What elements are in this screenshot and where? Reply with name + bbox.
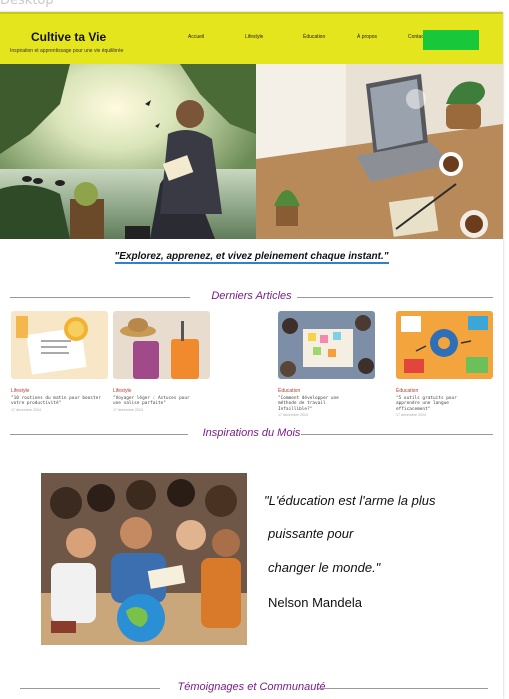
site-header: Cultive ta Vie Inspiration et apprentiss… [0, 12, 503, 66]
nav-item-a-propos[interactable]: À propos [357, 34, 408, 40]
slogan-text: "Explorez, apprenez, et vivez pleinement… [114, 251, 389, 264]
article-card[interactable]: Lifestyle "Voyager léger : Astuces pour … [113, 311, 210, 412]
quote-line-2: puissante pour [268, 526, 354, 541]
quote-author: Nelson Mandela [268, 595, 362, 610]
article-card[interactable]: Lifestyle "10 routines du matin pour boo… [11, 311, 108, 412]
site-brand[interactable]: Cultive ta Vie [31, 30, 106, 44]
nav-item-education[interactable]: Éducation [303, 34, 357, 40]
article-category[interactable]: Lifestyle [11, 388, 108, 394]
article-category[interactable]: Éducation [396, 388, 493, 394]
page: Cultive ta Vie Inspiration et apprentiss… [0, 12, 503, 699]
hero-image-right [256, 64, 503, 239]
article-title[interactable]: "10 routines du matin pour booster votre… [11, 396, 108, 407]
inspiration-image [41, 473, 247, 645]
quote-line-1: "L'éducation est l'arme la plus [264, 493, 436, 508]
article-card[interactable]: Éducation "Comment développer une méthod… [278, 311, 375, 417]
article-date: 17 décembre 2024 [278, 413, 308, 418]
nav-item-lifestyle[interactable]: Lifestyle [245, 34, 303, 40]
section-title-latest: Derniers Articles [0, 290, 503, 302]
article-title[interactable]: "5 outils gratuits pour apprendre une la… [396, 396, 493, 412]
nav-item-accueil[interactable]: Accueil [188, 34, 245, 40]
article-thumbnail[interactable] [11, 311, 108, 379]
hero-slogan: "Explorez, apprenez, et vivez pleinement… [0, 251, 503, 264]
article-date: 17 décembre 2024 [11, 407, 41, 412]
frame-label: Desktop [0, 0, 54, 8]
quote-line-3: changer le monde." [268, 560, 381, 575]
section-title-inspirations: Inspirations du Mois [0, 427, 503, 439]
article-title[interactable]: "Comment développer une méthode de trava… [278, 396, 375, 412]
article-thumbnail[interactable] [113, 311, 210, 379]
article-date: 17 décembre 2024 [113, 407, 143, 412]
section-title-community: Témoignages et Communauté [0, 681, 503, 693]
article-title[interactable]: "Voyager léger : Astuces pour une valise… [113, 396, 210, 407]
hero-banner [0, 64, 503, 239]
hero-image-left [0, 64, 256, 239]
article-thumbnail[interactable] [278, 311, 375, 379]
article-category[interactable]: Éducation [278, 388, 375, 394]
article-date: 17 décembre 2024 [396, 413, 426, 418]
article-thumbnail[interactable] [396, 311, 493, 379]
main-nav: Accueil Lifestyle Éducation À propos Con… [188, 34, 438, 40]
site-tagline: Inspiration et apprentissage pour une vi… [10, 48, 124, 54]
header-cta-button[interactable] [423, 30, 479, 50]
article-card[interactable]: Éducation "5 outils gratuits pour appren… [396, 311, 493, 417]
article-category[interactable]: Lifestyle [113, 388, 210, 394]
